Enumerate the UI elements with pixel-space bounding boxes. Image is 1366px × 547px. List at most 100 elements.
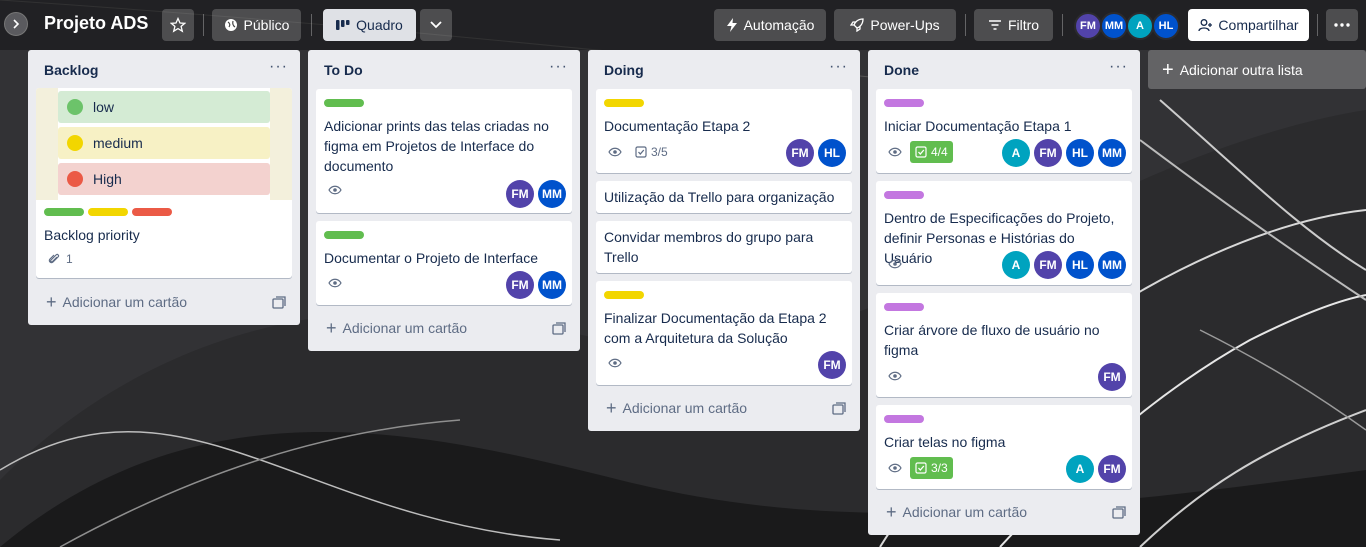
- label-red[interactable]: [132, 208, 172, 216]
- card-doing-4[interactable]: Finalizar Documentação da Etapa 2 com a …: [596, 281, 852, 385]
- star-button[interactable]: [162, 9, 194, 41]
- powerups-button[interactable]: Power-Ups: [834, 9, 956, 41]
- list-title[interactable]: Done: [884, 62, 919, 78]
- avatar[interactable]: FM: [1034, 139, 1062, 167]
- checklist-badge: 3/5: [630, 141, 673, 163]
- list-done: Done ··· Iniciar Documentação Etapa 1 4/…: [868, 50, 1140, 535]
- list-header: To Do ···: [308, 50, 580, 88]
- list-header: Backlog ···: [28, 50, 300, 88]
- eye-icon: [888, 259, 902, 269]
- add-card-label: Adicionar um cartão: [62, 294, 188, 310]
- share-button[interactable]: Compartilhar: [1188, 9, 1309, 41]
- red-dot-icon: [67, 171, 83, 187]
- add-card-button[interactable]: + Adicionar um cartão: [46, 292, 188, 312]
- filter-button[interactable]: Filtro: [974, 9, 1053, 41]
- template-icon[interactable]: [272, 296, 286, 310]
- board-member-avatar[interactable]: MM: [1100, 12, 1128, 40]
- card-title: Backlog priority: [44, 227, 140, 243]
- plus-icon: +: [46, 292, 57, 312]
- checklist-count: 3/3: [931, 461, 948, 475]
- avatar[interactable]: MM: [538, 271, 566, 299]
- cover-priority-medium: medium: [58, 127, 270, 159]
- add-card-button[interactable]: + Adicionar um cartão: [606, 399, 748, 417]
- eye-icon: [888, 463, 902, 473]
- avatar[interactable]: MM: [1098, 139, 1126, 167]
- add-card-button[interactable]: + Adicionar um cartão: [886, 503, 1027, 521]
- priority-label: High: [93, 171, 122, 187]
- card-done-4[interactable]: Criar telas no figma 3/3 A FM: [876, 405, 1132, 489]
- avatar[interactable]: FM: [1098, 455, 1126, 483]
- list-title[interactable]: To Do: [324, 62, 363, 78]
- view-switcher-button[interactable]: [420, 9, 452, 41]
- avatar[interactable]: HL: [1066, 139, 1094, 167]
- rocket-icon: [850, 18, 865, 32]
- board-member-avatar[interactable]: A: [1126, 12, 1154, 40]
- card-doing-3[interactable]: Convidar membros do grupo para Trello: [596, 221, 852, 273]
- card-done-1[interactable]: Iniciar Documentação Etapa 1 4/4 A FM HL…: [876, 89, 1132, 173]
- card-doing-2[interactable]: Utilização da Trello para organização: [596, 181, 852, 213]
- avatar[interactable]: A: [1066, 455, 1094, 483]
- checklist-count: 4/4: [931, 145, 948, 159]
- list-menu-button[interactable]: ···: [549, 58, 568, 76]
- avatar[interactable]: A: [1002, 139, 1030, 167]
- avatar[interactable]: A: [1002, 251, 1030, 279]
- add-card-button[interactable]: + Adicionar um cartão: [326, 319, 468, 337]
- card-todo-2[interactable]: Documentar o Projeto de Interface FM MM: [316, 221, 572, 305]
- avatar[interactable]: MM: [1098, 251, 1126, 279]
- board-menu-button[interactable]: [1326, 9, 1358, 41]
- avatar[interactable]: FM: [818, 351, 846, 379]
- board-member-avatar[interactable]: HL: [1152, 12, 1180, 40]
- list-menu-button[interactable]: ···: [269, 58, 288, 76]
- avatar[interactable]: FM: [1098, 363, 1126, 391]
- list-menu-button[interactable]: ···: [1109, 58, 1128, 76]
- template-icon[interactable]: [1112, 506, 1126, 520]
- label-green[interactable]: [44, 208, 84, 216]
- sidebar-expand-button[interactable]: [4, 12, 28, 36]
- board-member-avatar[interactable]: FM: [1074, 12, 1102, 40]
- add-card-label: Adicionar um cartão: [622, 400, 748, 416]
- visibility-button[interactable]: Público: [212, 9, 301, 41]
- avatar[interactable]: HL: [1066, 251, 1094, 279]
- label-purple[interactable]: [884, 415, 924, 423]
- avatar[interactable]: FM: [786, 139, 814, 167]
- list-title[interactable]: Doing: [604, 62, 644, 78]
- avatar[interactable]: FM: [506, 180, 534, 208]
- label-yellow[interactable]: [604, 99, 644, 107]
- label-purple[interactable]: [884, 99, 924, 107]
- card-title: Convidar membros do grupo para Trello: [604, 229, 814, 265]
- add-card-label: Adicionar um cartão: [342, 320, 468, 336]
- add-list-label: Adicionar outra lista: [1179, 61, 1303, 78]
- label-purple[interactable]: [884, 303, 924, 311]
- label-yellow[interactable]: [88, 208, 128, 216]
- add-list-button[interactable]: + Adicionar outra lista: [1148, 50, 1366, 89]
- board-view-button[interactable]: Quadro: [323, 9, 416, 41]
- card-done-3[interactable]: Criar árvore de fluxo de usuário no figm…: [876, 293, 1132, 397]
- template-icon[interactable]: [832, 402, 846, 416]
- label-green[interactable]: [324, 99, 364, 107]
- attachment-badge: 1: [48, 252, 73, 266]
- label-green[interactable]: [324, 231, 364, 239]
- checkbox-icon: [635, 146, 647, 158]
- avatar[interactable]: MM: [538, 180, 566, 208]
- checkbox-icon: [915, 146, 927, 158]
- template-icon[interactable]: [552, 322, 566, 336]
- avatar[interactable]: HL: [818, 139, 846, 167]
- list-title[interactable]: Backlog: [44, 62, 98, 78]
- board-title[interactable]: Projeto ADS: [44, 13, 148, 34]
- card-todo-1[interactable]: Adicionar prints das telas criadas no fi…: [316, 89, 572, 213]
- priority-label: medium: [93, 135, 143, 151]
- eye-icon: [608, 147, 622, 157]
- eye-icon: [888, 371, 902, 381]
- card-doing-1[interactable]: Documentação Etapa 2 3/5 FM HL: [596, 89, 852, 173]
- list-menu-button[interactable]: ···: [829, 58, 848, 76]
- label-purple[interactable]: [884, 191, 924, 199]
- card-done-2[interactable]: Dentro de Especificações do Projeto, def…: [876, 181, 1132, 285]
- avatar[interactable]: FM: [506, 271, 534, 299]
- list-header: Doing ···: [588, 50, 860, 88]
- avatar[interactable]: FM: [1034, 251, 1062, 279]
- automation-button[interactable]: Automação: [714, 9, 826, 41]
- board-view-icon: [336, 20, 350, 30]
- label-yellow[interactable]: [604, 291, 644, 299]
- filter-label: Filtro: [1007, 17, 1040, 33]
- card-backlog-priority[interactable]: low medium High Backlog priority 1: [36, 88, 292, 278]
